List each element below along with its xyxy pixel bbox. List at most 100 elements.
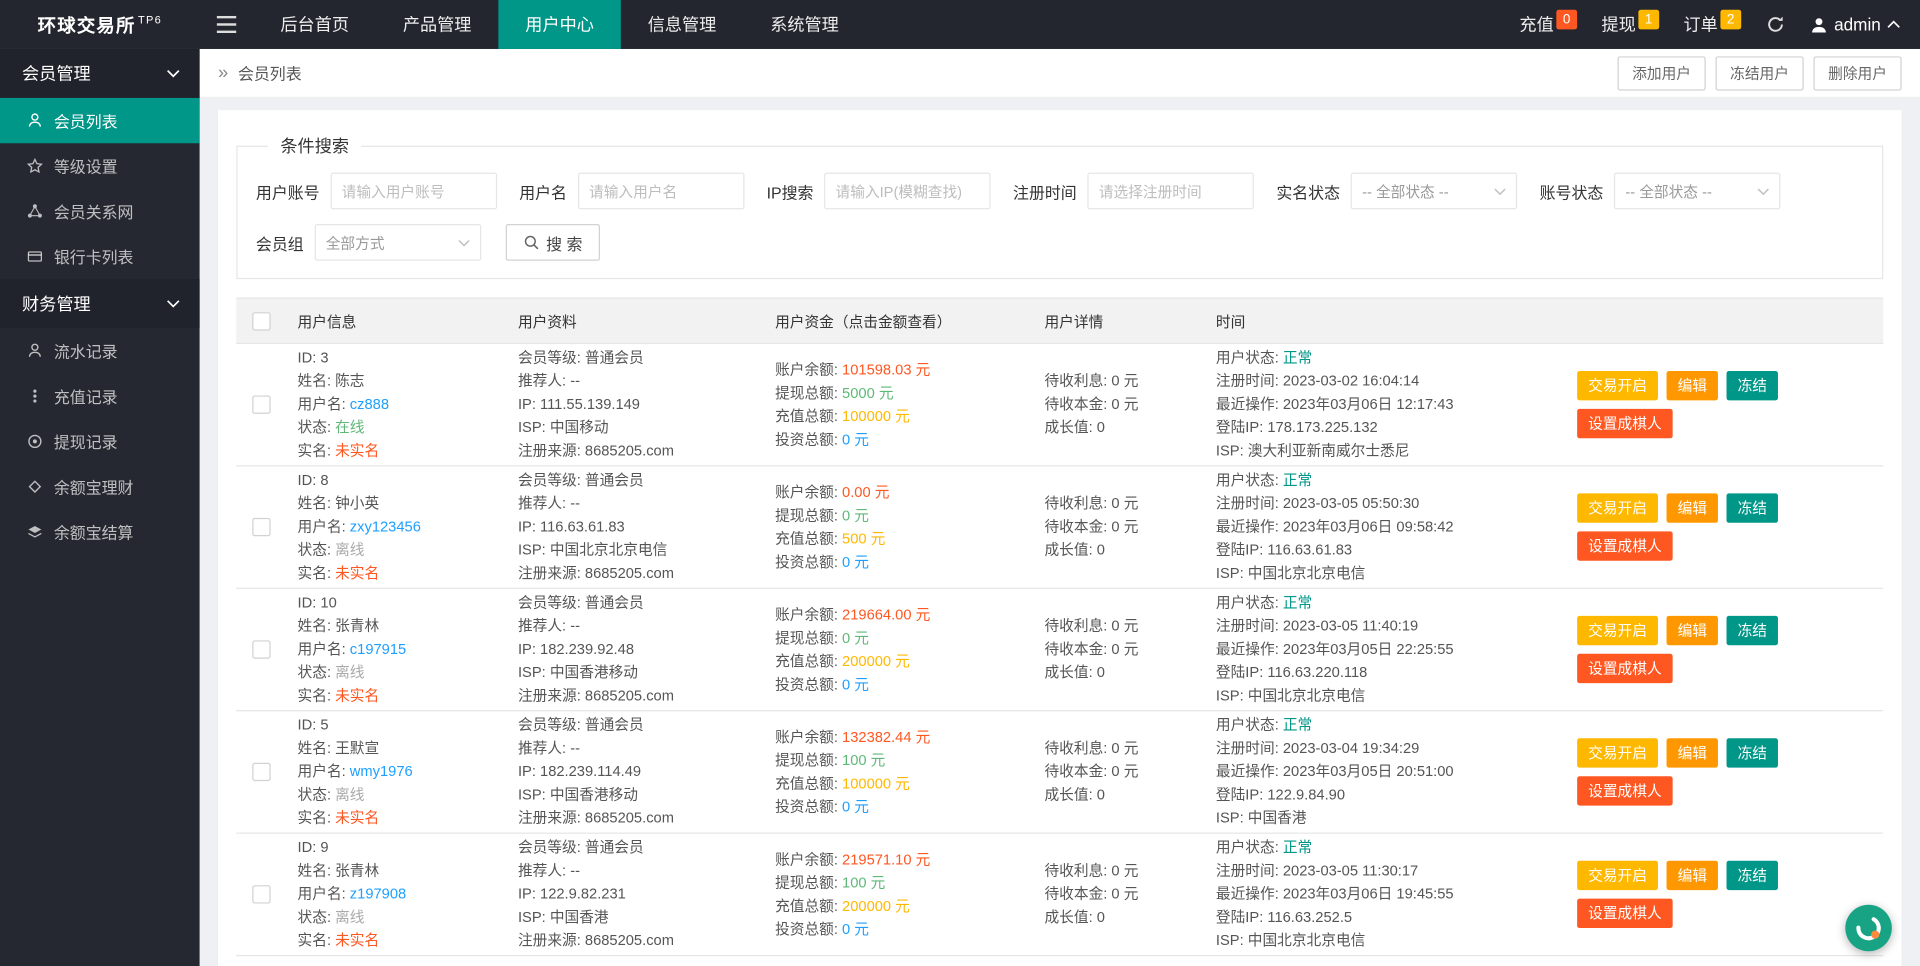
menu-toggle-button[interactable] xyxy=(200,0,254,49)
field-growth: 成长值: 0 xyxy=(1044,418,1105,436)
member-table: 用户信息 用户资料 用户资金（点击金额查看） 用户详情 时间 ID: 3 姓名: … xyxy=(236,297,1884,966)
nav-item-products[interactable]: 产品管理 xyxy=(376,0,498,49)
field-recharge_total: 充值总额: 100000 元 xyxy=(775,774,910,792)
field-real: 实名: 未实名 xyxy=(297,686,380,704)
trade-open-button[interactable]: 交易开启 xyxy=(1577,493,1658,523)
admin-menu[interactable]: admin xyxy=(1810,15,1901,34)
field-login_ip: 登陆IP: 178.173.225.132 xyxy=(1215,418,1378,436)
sidebar-item-flow-records[interactable]: 流水记录 xyxy=(0,328,200,373)
time-cell: 用户状态: 正常 注册时间: 2023-03-05 11:40:19 最近操作: 2… xyxy=(1204,589,1565,710)
delete-user-button[interactable]: 删除用户 xyxy=(1813,55,1902,90)
field-invest_total: 投资总额: 0 元 xyxy=(775,552,870,570)
sidebar-item-withdraw-records[interactable]: 提现记录 xyxy=(0,419,200,464)
nav-item-system[interactable]: 系统管理 xyxy=(743,0,865,49)
freeze-button[interactable]: 冻结 xyxy=(1726,860,1779,891)
sidebar-item-yuebao-invest[interactable]: 余额宝理财 xyxy=(0,464,200,509)
add-user-button[interactable]: 添加用户 xyxy=(1617,55,1706,90)
row-checkbox[interactable] xyxy=(251,395,271,414)
user-icon xyxy=(28,113,42,127)
trade-open-button[interactable]: 交易开启 xyxy=(1577,370,1658,401)
navbar-right: 充值 0 提现 1 订单 2 admin xyxy=(1519,0,1920,49)
field-isp: ISP: 中国北京北京电信 xyxy=(517,541,668,559)
freeze-button[interactable]: 冻结 xyxy=(1726,615,1779,646)
ip-input[interactable]: 请输入IP(模糊查找) xyxy=(824,172,992,210)
field-status: 状态: 离线 xyxy=(297,786,365,804)
field-referrer: 推荐人: -- xyxy=(517,494,581,512)
sidebar-item-member-network[interactable]: 会员关系网 xyxy=(0,189,200,234)
trade-open-button[interactable]: 交易开启 xyxy=(1577,615,1658,646)
user-record-icon xyxy=(28,343,42,357)
account-input[interactable]: 请输入用户账号 xyxy=(330,172,498,210)
sidebar-item-recharge-records[interactable]: 充值记录 xyxy=(0,373,200,418)
field-withdraw_total: 提现总额: 0 元 xyxy=(775,628,870,646)
row-checkbox[interactable] xyxy=(251,762,271,782)
field-source: 注册来源: 8685205.com xyxy=(517,441,674,460)
edit-button[interactable]: 编辑 xyxy=(1666,493,1718,523)
refresh-button[interactable] xyxy=(1766,15,1786,35)
field-user_status: 用户状态: 正常 xyxy=(1215,593,1313,611)
field-last_op: 最近操作: 2023年03月06日 19:45:55 xyxy=(1215,885,1454,903)
account-status-select[interactable]: -- 全部状态 -- xyxy=(1614,172,1781,210)
sidebar-item-yuebao-settle[interactable]: 余额宝结算 xyxy=(0,509,200,554)
sidebar-item-level-settings[interactable]: 等级设置 xyxy=(0,143,200,188)
edit-button[interactable]: 编辑 xyxy=(1666,615,1718,646)
username-input[interactable]: 请输入用户名 xyxy=(577,172,745,210)
row-checkbox[interactable] xyxy=(251,517,271,537)
recharge-stat[interactable]: 充值 0 xyxy=(1519,9,1577,36)
regtime-input[interactable]: 请选择注册时间 xyxy=(1087,172,1255,210)
field-source: 注册来源: 8685205.com xyxy=(517,809,674,827)
user-icon xyxy=(1811,17,1826,32)
edit-button[interactable]: 编辑 xyxy=(1666,370,1718,401)
row-checkbox[interactable] xyxy=(251,885,271,904)
search-panel: 条件搜索 用户账号 请输入用户账号 用户名 请输入用户名 IP搜索 请输入IP(… xyxy=(236,133,1884,280)
freeze-user-button[interactable]: 冻结用户 xyxy=(1715,55,1804,90)
field-isp: ISP: 中国香港移动 xyxy=(517,663,638,681)
header-user-profile: 用户资料 xyxy=(517,312,577,330)
sidebar-section-member[interactable]: 会员管理 xyxy=(0,48,200,98)
sidebar-item-bank-cards[interactable]: 银行卡列表 xyxy=(0,234,200,279)
user-detail-cell: 待收利息: 0 元待收本金: 0 元成长值: 0 xyxy=(1032,834,1203,955)
withdraw-stat[interactable]: 提现 1 xyxy=(1601,9,1660,36)
member-list-card: 条件搜索 用户账号 请输入用户账号 用户名 请输入用户名 IP搜索 请输入IP(… xyxy=(217,110,1902,966)
field-balance: 账户余额: 219664.00 元 xyxy=(775,605,931,623)
header-user-info: 用户信息 xyxy=(297,312,357,330)
customer-service-button[interactable] xyxy=(1845,904,1892,952)
nav-item-info[interactable]: 信息管理 xyxy=(621,0,743,49)
field-withdraw_total: 提现总额: 5000 元 xyxy=(775,383,894,401)
logo-version: TP6 xyxy=(138,13,162,26)
field-status: 状态: 离线 xyxy=(297,663,365,681)
nav-item-dashboard[interactable]: 后台首页 xyxy=(253,0,375,49)
set-agent-button[interactable]: 设置成棋人 xyxy=(1577,531,1673,561)
freeze-button[interactable]: 冻结 xyxy=(1726,370,1779,401)
nav-item-user-center[interactable]: 用户中心 xyxy=(498,0,621,49)
field-withdraw_total: 提现总额: 100 元 xyxy=(775,873,886,891)
field-pending_interest: 待收利息: 0 元 xyxy=(1044,372,1139,390)
sidebar-item-member-list[interactable]: 会员列表 xyxy=(0,97,200,144)
sidebar-section-finance[interactable]: 财务管理 xyxy=(0,279,200,329)
field-status: 状态: 离线 xyxy=(297,541,365,559)
trade-open-button[interactable]: 交易开启 xyxy=(1577,860,1658,891)
edit-button[interactable]: 编辑 xyxy=(1666,738,1718,768)
orders-stat[interactable]: 订单 2 xyxy=(1684,9,1742,36)
search-legend: 条件搜索 xyxy=(280,135,349,156)
field-name: 姓名: 陈志 xyxy=(297,372,365,390)
row-checkbox[interactable] xyxy=(251,640,271,659)
field-id: ID: 9 xyxy=(297,838,329,856)
set-agent-button[interactable]: 设置成棋人 xyxy=(1577,898,1673,929)
search-button[interactable]: 搜 索 xyxy=(505,224,600,261)
freeze-button[interactable]: 冻结 xyxy=(1726,493,1779,523)
field-reg_time: 注册时间: 2023-03-05 11:40:19 xyxy=(1215,617,1419,635)
field-pending_principal: 待收本金: 0 元 xyxy=(1044,640,1139,658)
set-agent-button[interactable]: 设置成棋人 xyxy=(1577,408,1673,439)
freeze-button[interactable]: 冻结 xyxy=(1726,738,1779,768)
member-group-select[interactable]: 全部方式 xyxy=(314,224,482,261)
set-agent-button[interactable]: 设置成棋人 xyxy=(1577,653,1673,684)
field-source: 注册来源: 8685205.com xyxy=(517,931,674,949)
field-ip: IP: 116.63.61.83 xyxy=(517,517,625,536)
edit-button[interactable]: 编辑 xyxy=(1666,860,1718,891)
trade-open-button[interactable]: 交易开启 xyxy=(1577,738,1658,768)
recharge-badge: 0 xyxy=(1556,9,1577,30)
set-agent-button[interactable]: 设置成棋人 xyxy=(1577,776,1673,806)
realname-status-select[interactable]: -- 全部状态 -- xyxy=(1351,172,1518,210)
select-all-checkbox[interactable] xyxy=(251,311,271,330)
